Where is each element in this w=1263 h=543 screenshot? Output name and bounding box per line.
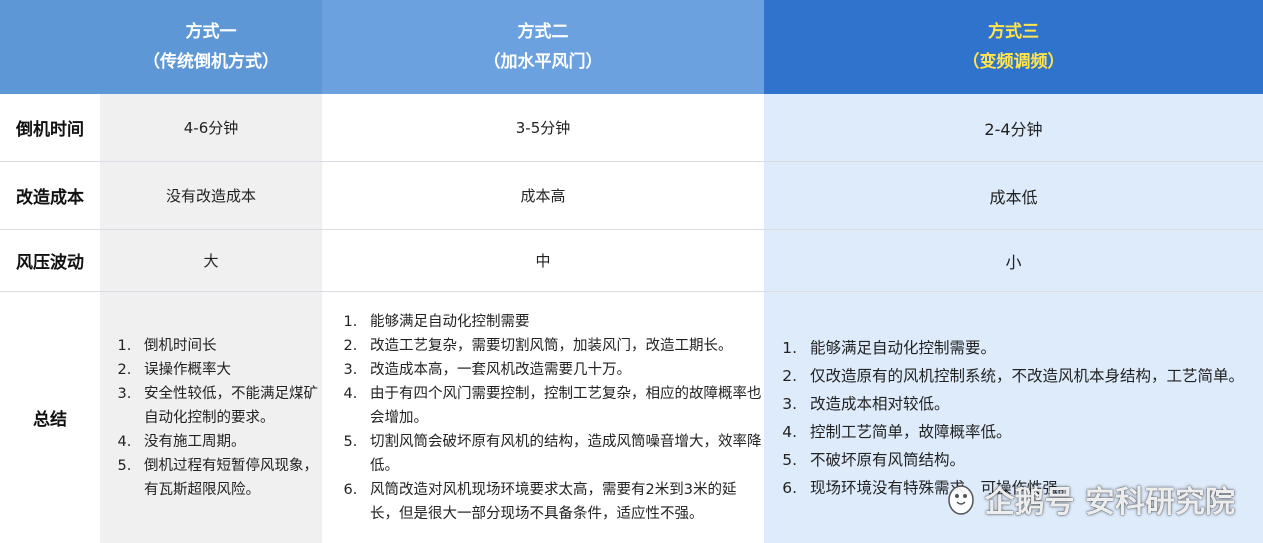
summary-item: 倒机时间长 [136, 334, 322, 358]
cost-method-2: 成本高 [322, 162, 764, 230]
header-method-1: 方式一 （传统倒机方式） [100, 0, 322, 94]
header-method-3-title: 方式三 [988, 22, 1039, 42]
header-method-2-title: 方式二 [517, 22, 569, 42]
summary-method-2: 能够满足自动化控制需要改造工艺复杂，需要切割风筒，加装风门，改造工期长。改造成本… [322, 292, 764, 543]
header-method-1-subtitle: （传统倒机方式） [143, 52, 279, 72]
summary-item: 误操作概率大 [136, 358, 322, 382]
header-method-3-subtitle: （变频调频） [962, 52, 1065, 72]
summary-method-1: 倒机时间长误操作概率大安全性较低，不能满足煤矿自动化控制的要求。没有施工周期。倒… [100, 292, 322, 543]
header-method-2: 方式二 （加水平风门） [322, 0, 764, 94]
cost-method-3: 成本低 [764, 162, 1263, 230]
summary-item: 由于有四个风门需要控制，控制工艺复杂，相应的故障概率也会增加。 [362, 382, 764, 430]
row-label-time: 倒机时间 [0, 94, 100, 162]
summary-item: 安全性较低，不能满足煤矿自动化控制的要求。 [136, 382, 322, 430]
summary-item: 能够满足自动化控制需要 [362, 310, 764, 334]
summary-item: 现场环境没有特殊需求，可操作性强。 [802, 474, 1244, 502]
summary-item: 改造工艺复杂，需要切割风筒，加装风门，改造工期长。 [362, 334, 764, 358]
cost-method-1: 没有改造成本 [100, 162, 322, 230]
time-method-1: 4-6分钟 [100, 94, 322, 162]
pressure-method-1: 大 [100, 230, 322, 292]
row-label-summary: 总结 [0, 292, 100, 543]
row-label-cost: 改造成本 [0, 162, 100, 230]
summary-item: 切割风筒会破坏原有风机的结构，造成风筒噪音增大，效率降低。 [362, 430, 764, 478]
header-corner [0, 0, 100, 94]
summary-item: 能够满足自动化控制需要。 [802, 334, 1244, 362]
row-label-pressure: 风压波动 [0, 230, 100, 292]
comparison-table: 方式一 （传统倒机方式） 方式二 （加水平风门） 方式三 （变频调频） 倒机时间… [0, 0, 1263, 543]
header-method-2-subtitle: （加水平风门） [483, 52, 603, 72]
pressure-method-3: 小 [764, 230, 1263, 292]
summary-item: 没有施工周期。 [136, 430, 322, 454]
summary-list-method-3: 能够满足自动化控制需要。仅改造原有的风机控制系统，不改造风机本身结构，工艺简单。… [774, 334, 1244, 502]
summary-item: 改造成本高，一套风机改造需要几十万。 [362, 358, 764, 382]
header-method-1-title: 方式一 [185, 22, 237, 42]
summary-list-method-1: 倒机时间长误操作概率大安全性较低，不能满足煤矿自动化控制的要求。没有施工周期。倒… [110, 334, 322, 502]
summary-item: 不破坏原有风筒结构。 [802, 446, 1244, 474]
summary-item: 倒机过程有短暂停风现象，有瓦斯超限风险。 [136, 454, 322, 502]
header-method-3: 方式三 （变频调频） [764, 0, 1263, 94]
summary-item: 仅改造原有的风机控制系统，不改造风机本身结构，工艺简单。 [802, 362, 1244, 390]
summary-method-3: 能够满足自动化控制需要。仅改造原有的风机控制系统，不改造风机本身结构，工艺简单。… [764, 292, 1263, 543]
pressure-method-2: 中 [322, 230, 764, 292]
summary-item: 风筒改造对风机现场环境要求太高，需要有2米到3米的延长，但是很大一部分现场不具备… [362, 478, 764, 526]
time-method-3: 2-4分钟 [764, 94, 1263, 162]
summary-item: 改造成本相对较低。 [802, 390, 1244, 418]
time-method-2: 3-5分钟 [322, 94, 764, 162]
summary-item: 控制工艺简单，故障概率低。 [802, 418, 1244, 446]
summary-list-method-2: 能够满足自动化控制需要改造工艺复杂，需要切割风筒，加装风门，改造工期长。改造成本… [332, 310, 764, 526]
